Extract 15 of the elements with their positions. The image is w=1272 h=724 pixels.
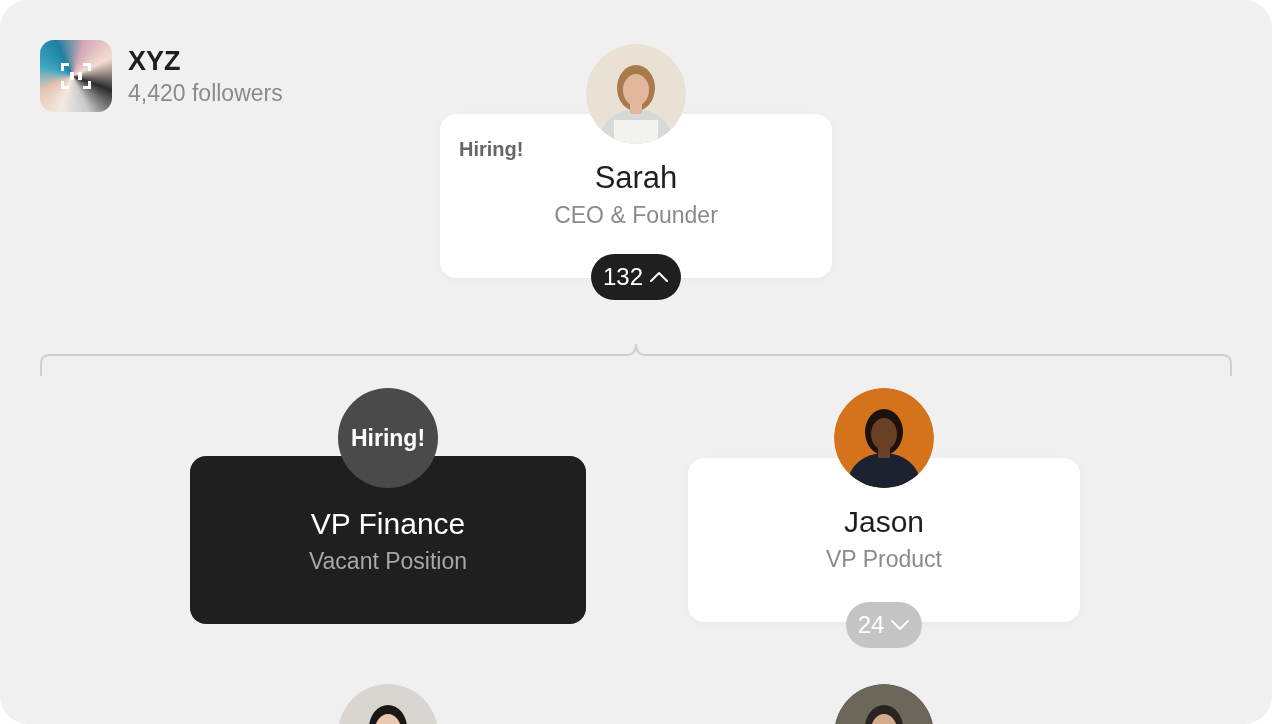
position-status: Vacant Position — [308, 547, 468, 576]
chevron-down-icon — [890, 619, 911, 631]
chevron-up-icon — [649, 271, 669, 283]
reports-count-button[interactable]: 132 — [590, 254, 681, 300]
company-name: XYZ — [128, 45, 182, 78]
hiring-badge: Hiring! — [338, 388, 438, 488]
person-name: Sarah — [594, 159, 678, 197]
logo-icon — [40, 40, 112, 112]
position-name: VP Finance — [310, 506, 466, 542]
vacancy-card[interactable]: VP Finance Vacant Position — [190, 456, 586, 624]
person-name: Jason — [843, 504, 925, 540]
follower-count: 4,420 followers — [128, 79, 283, 108]
hiring-tag: Hiring! — [459, 134, 524, 164]
person-title: CEO & Founder — [554, 201, 718, 230]
person-title: VP Product — [826, 545, 942, 574]
